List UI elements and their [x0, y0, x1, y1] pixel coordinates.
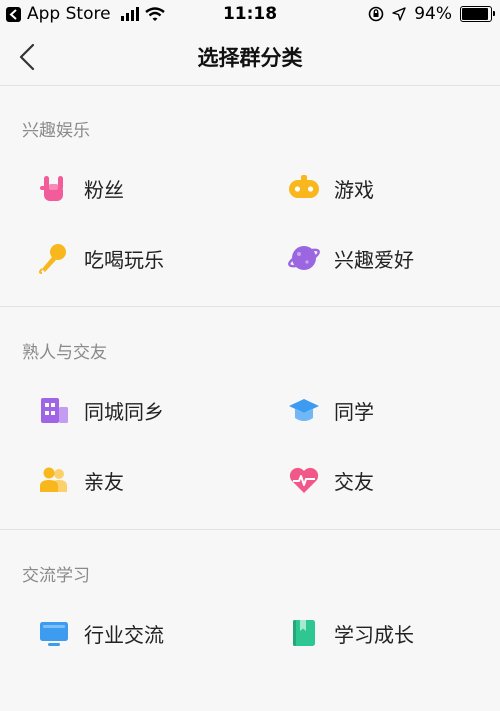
- planet-icon: [288, 246, 320, 270]
- nav-bar: 选择群分类: [0, 28, 500, 86]
- battery-fill: [462, 8, 489, 20]
- orientation-lock-icon: [368, 6, 384, 22]
- category-item-same-city[interactable]: 同城同乡: [38, 390, 164, 430]
- item-label: 同学: [334, 399, 374, 424]
- item-label: 交友: [334, 469, 374, 494]
- status-bar: App Store 11:18 94%: [0, 0, 500, 28]
- battery-percentage: 94%: [414, 4, 452, 24]
- item-label: 兴趣爱好: [334, 247, 414, 272]
- item-label: 同城同乡: [84, 399, 164, 424]
- section-title: 交流学习: [22, 566, 90, 586]
- item-label: 游戏: [334, 177, 374, 202]
- category-item-fans[interactable]: 粉丝: [38, 168, 124, 208]
- item-label: 亲友: [84, 469, 124, 494]
- item-label: 学习成长: [334, 622, 414, 647]
- book-icon: [293, 620, 315, 646]
- category-item-classmates[interactable]: 同学: [288, 390, 374, 430]
- section-title: 熟人与交友: [22, 343, 107, 363]
- category-item-hobbies[interactable]: 兴趣爱好: [288, 238, 414, 278]
- category-item-make-friends[interactable]: 交友: [288, 460, 374, 500]
- page-title: 选择群分类: [197, 46, 303, 70]
- section-divider: [0, 306, 500, 307]
- people-icon: [40, 467, 67, 492]
- microphone-icon: [39, 244, 66, 274]
- gamepad-icon: [289, 175, 319, 198]
- category-item-relatives-friends[interactable]: 亲友: [38, 460, 124, 500]
- heart-pulse-icon: [289, 467, 319, 493]
- location-arrow-icon: [392, 7, 406, 21]
- building-icon: [41, 398, 68, 423]
- item-label: 行业交流: [84, 622, 164, 647]
- rock-hand-icon: [40, 176, 63, 201]
- battery-icon: [460, 6, 495, 22]
- graduation-cap-icon: [289, 399, 319, 421]
- monitor-icon: [40, 622, 68, 646]
- category-item-food-fun[interactable]: 吃喝玩乐: [38, 238, 164, 278]
- section-title: 兴趣娱乐: [22, 121, 90, 141]
- category-item-industry-exchange[interactable]: 行业交流: [38, 613, 164, 653]
- item-label: 粉丝: [84, 177, 124, 202]
- status-right: 94%: [368, 4, 495, 24]
- category-item-games[interactable]: 游戏: [288, 168, 374, 208]
- section-divider: [0, 529, 500, 530]
- category-item-learning-growth[interactable]: 学习成长: [288, 613, 414, 653]
- item-label: 吃喝玩乐: [84, 247, 164, 272]
